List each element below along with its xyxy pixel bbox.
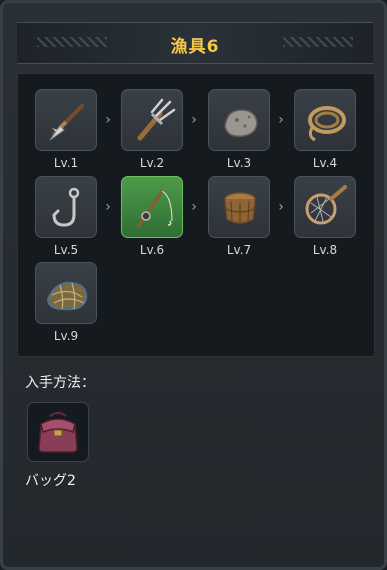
chevron-right-icon: › (191, 199, 197, 215)
item-slot-lv7[interactable] (208, 176, 270, 238)
chevron-right-icon: › (278, 199, 284, 215)
trident-icon (137, 98, 176, 141)
item-level-lv8: Lv.8 (312, 243, 338, 257)
item-slot-lv3[interactable] (208, 89, 270, 151)
item-level-lv1: Lv.1 (53, 156, 79, 170)
item-level-lv9: Lv.9 (53, 329, 79, 343)
harpoon-icon (49, 104, 84, 141)
hook-icon (52, 187, 80, 227)
chevron-right-icon: › (105, 112, 111, 128)
title-bar: 漁具6 (17, 22, 373, 64)
item-level-lv6: Lv.6 (139, 243, 165, 257)
item-slot-lv6[interactable] (121, 176, 183, 238)
panel-title: 漁具6 (170, 37, 220, 57)
fishing-rod-icon (136, 189, 173, 229)
stone-icon (224, 109, 258, 138)
landing-net-icon (305, 185, 347, 225)
item-level-lv3: Lv.3 (226, 156, 252, 170)
item-slot-lv9[interactable] (35, 262, 97, 324)
gear-panel: 漁具6 Lv.1 › Lv.2 › Lv.3 › Lv.4 Lv.5 › Lv.… (0, 0, 387, 570)
chevron-right-icon: › (278, 112, 284, 128)
item-level-lv7: Lv.7 (226, 243, 252, 257)
item-level-lv4: Lv.4 (312, 156, 338, 170)
item-slot-lv1[interactable] (35, 89, 97, 151)
item-slot-lv2[interactable] (121, 89, 183, 151)
chevron-right-icon: › (191, 112, 197, 128)
fish-trap-icon (224, 192, 256, 224)
item-slot-lv5[interactable] (35, 176, 97, 238)
bag-icon (38, 411, 78, 453)
rope-icon (308, 106, 346, 142)
acquire-source-slot[interactable] (27, 402, 89, 462)
item-level-lv5: Lv.5 (53, 243, 79, 257)
item-level-lv2: Lv.2 (139, 156, 165, 170)
fishing-net-icon (46, 281, 88, 311)
item-slot-lv8[interactable] (294, 176, 356, 238)
acquire-source-name: バッグ2 (25, 473, 76, 489)
chevron-right-icon: › (105, 199, 111, 215)
item-slot-lv4[interactable] (294, 89, 356, 151)
acquire-method-label: 入手方法： (25, 375, 95, 391)
